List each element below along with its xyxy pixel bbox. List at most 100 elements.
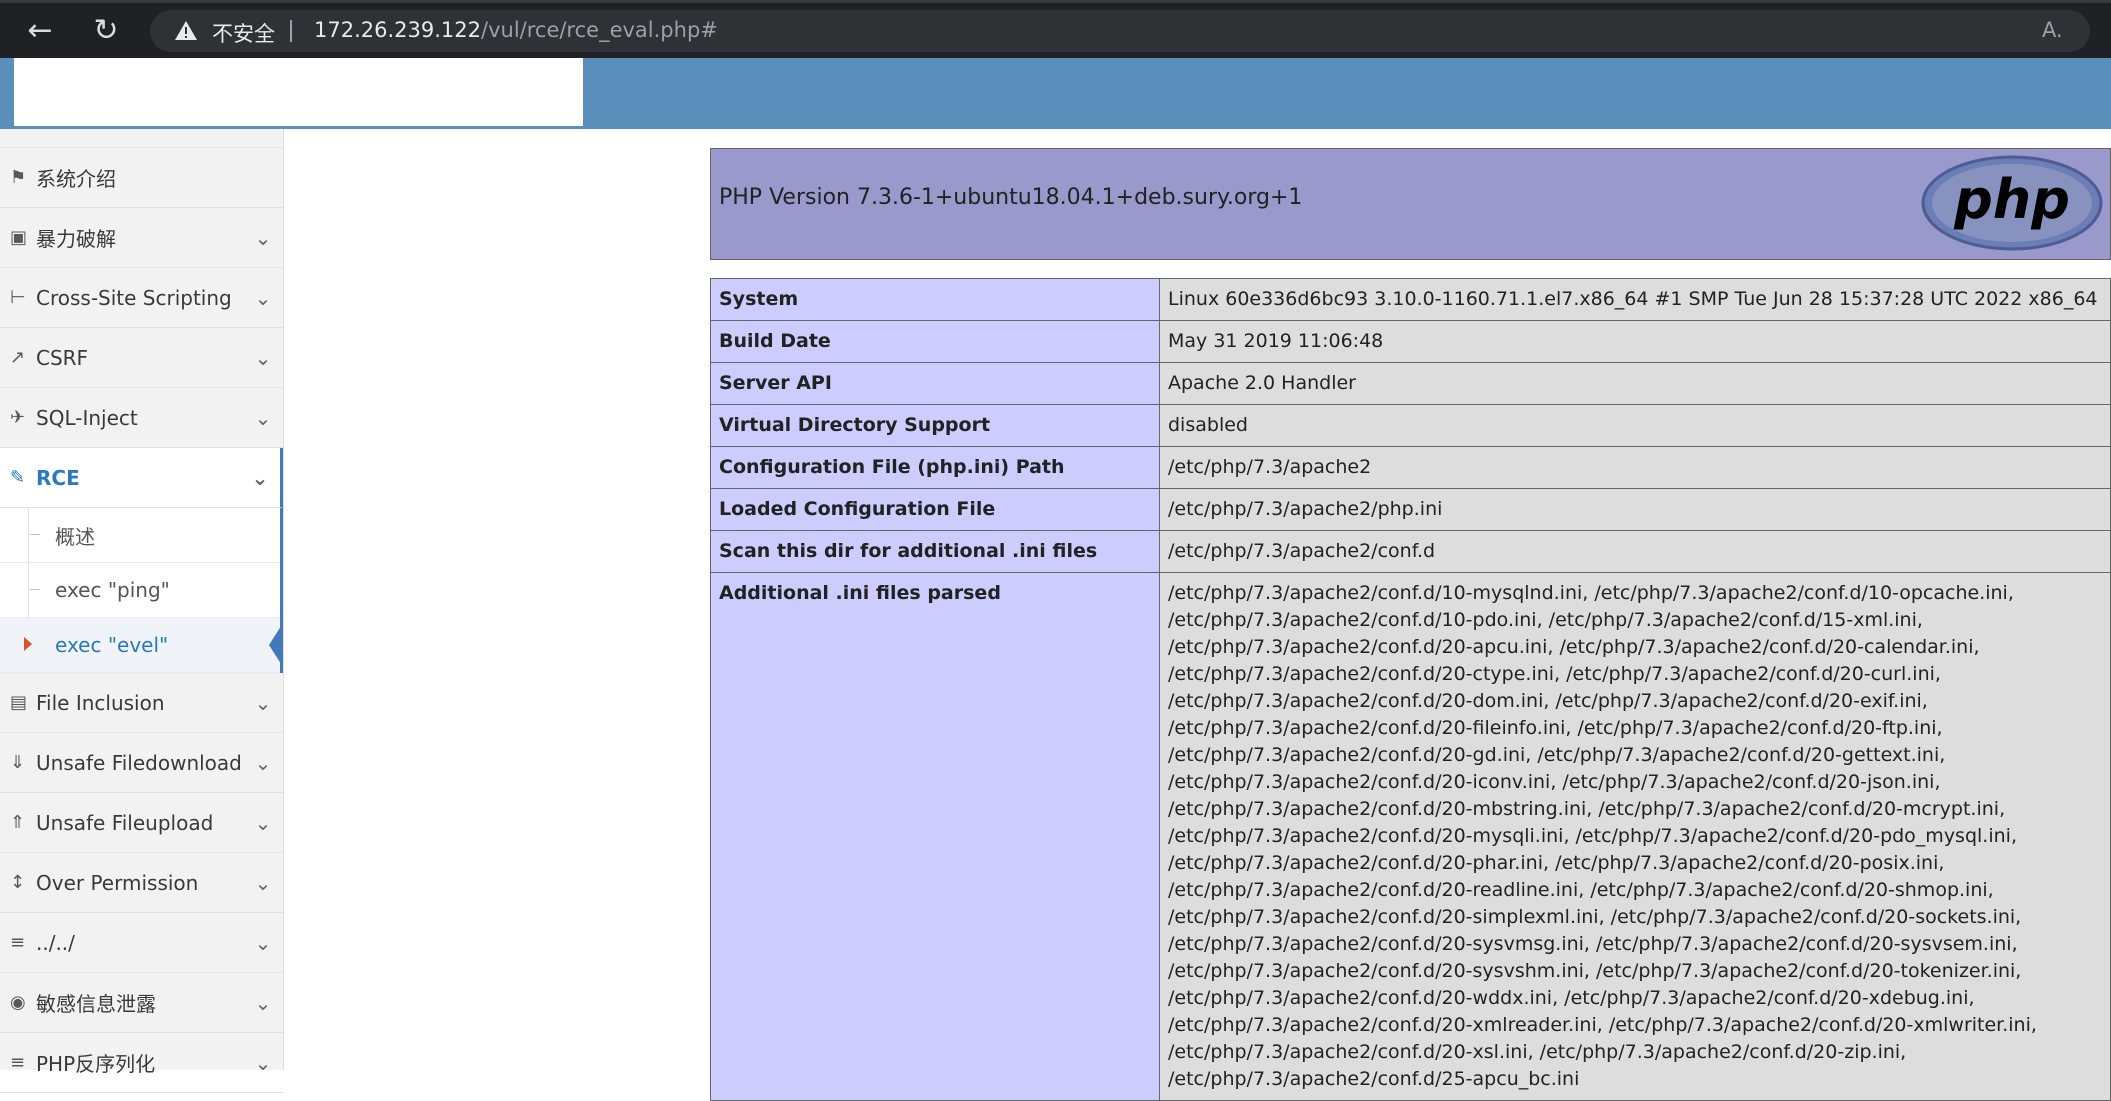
submenu-item-overview[interactable]: 概述 (0, 508, 280, 563)
ini-line: /etc/php/7.3/apache2/conf.d/20-ctype.ini… (1168, 663, 1941, 685)
submenu-item-label: exec "evel" (55, 633, 169, 657)
sidebar-item-info-leak[interactable]: ◉ 敏感信息泄露 ⌄ (0, 973, 283, 1033)
ini-line: /etc/php/7.3/apache2/conf.d/20-wddx.ini,… (1168, 987, 1975, 1009)
upload-circle-icon: ⇑ (10, 812, 26, 833)
sidebar-item-label: 敏感信息泄露 (36, 992, 156, 1016)
active-indicator (269, 623, 283, 667)
header-logo-area (14, 58, 583, 126)
warning-icon (175, 21, 197, 40)
ini-line: /etc/php/7.3/apache2/conf.d/20-fileinfo.… (1168, 717, 1943, 739)
ini-line: /etc/php/7.3/apache2/conf.d/20-sysvmsg.i… (1168, 933, 2018, 955)
file-icon: ▤ (10, 692, 28, 713)
ini-line: /etc/php/7.3/apache2/conf.d/20-mbstring.… (1168, 798, 2006, 820)
row-value: /etc/php/7.3/apache2 (1159, 446, 2111, 489)
row-value-ini-list: /etc/php/7.3/apache2/conf.d/10-mysqlnd.i… (1159, 572, 2111, 1101)
chevron-down-icon: ⌄ (254, 930, 272, 955)
rce-submenu: 概述 exec "ping" exec "evel" (0, 508, 283, 673)
ini-line: /etc/php/7.3/apache2/conf.d/20-sysvshm.i… (1168, 960, 2022, 982)
php-logo: php (1921, 155, 2103, 251)
sidebar-item-label: 暴力破解 (36, 227, 116, 251)
sidebar-item-label: SQL-Inject (36, 405, 138, 430)
row-key: Configuration File (php.ini) Path (710, 446, 1160, 489)
sidebar-item-brute-force[interactable]: ▣ 暴力破解 ⌄ (0, 208, 283, 268)
back-arrow-icon[interactable]: ← (22, 13, 58, 49)
omnibox-divider (290, 20, 292, 42)
table-row: Configuration File (php.ini) Path /etc/p… (710, 446, 2111, 489)
browser-toolbar: ← ↻ 不安全 172.26.239.122/vul/rce/rce_eval.… (0, 0, 2111, 58)
ini-line: /etc/php/7.3/apache2/conf.d/20-simplexml… (1168, 906, 2022, 928)
row-value: /etc/php/7.3/apache2/conf.d (1159, 530, 2111, 573)
camera-icon: ◉ (10, 992, 26, 1013)
row-value: Apache 2.0 Handler (1159, 362, 2111, 405)
sidebar-item-label: RCE (36, 465, 80, 490)
sidebar-item-label: 系统介绍 (36, 167, 116, 191)
row-value: Linux 60e336d6bc93 3.10.0-1160.71.1.el7.… (1159, 278, 2111, 321)
text-height-icon: ↕ (10, 872, 26, 893)
url-host: 172.26.239.122 (314, 18, 481, 42)
submenu-tick (30, 534, 40, 535)
php-logo-text: php (1953, 168, 2070, 231)
row-key: Additional .ini files parsed (710, 572, 1160, 1101)
site-header (0, 58, 2111, 129)
ini-line: /etc/php/7.3/apache2/conf.d/10-pdo.ini, … (1168, 609, 1923, 631)
read-aloud-icon[interactable]: A. (2042, 18, 2063, 42)
sidebar-item-intro[interactable]: ⚑ 系统介绍 (0, 148, 283, 208)
sidebar-item-rce[interactable]: ✎ RCE ⌄ (0, 448, 283, 508)
sidebar-item-unsafe-fileupload[interactable]: ⇑ Unsafe Fileupload ⌄ (0, 793, 283, 853)
ini-line: /etc/php/7.3/apache2/conf.d/20-phar.ini,… (1168, 852, 1945, 874)
row-key: Scan this dir for additional .ini files (710, 530, 1160, 573)
chevron-down-icon: ⌄ (254, 810, 272, 835)
submenu-tick (30, 589, 40, 590)
ini-line: /etc/php/7.3/apache2/conf.d/20-mysqli.in… (1168, 825, 2017, 847)
download-circle-icon: ⇓ (10, 752, 26, 773)
chevron-down-icon: ⌄ (254, 225, 272, 250)
submenu-item-exec-evel[interactable]: exec "evel" (0, 618, 283, 673)
row-key: System (710, 278, 1160, 321)
sidebar-item-xss[interactable]: ⊢ Cross-Site Scripting ⌄ (0, 268, 283, 328)
caret-right-icon (24, 637, 32, 651)
ini-line: /etc/php/7.3/apache2/conf.d/20-xsl.ini, … (1168, 1041, 1907, 1063)
table-row: System Linux 60e336d6bc93 3.10.0-1160.71… (710, 278, 2111, 321)
tag-icon: ⚑ (10, 167, 27, 188)
submenu-item-exec-ping[interactable]: exec "ping" (0, 563, 280, 618)
ini-line: /etc/php/7.3/apache2/conf.d/20-dom.ini, … (1168, 690, 1928, 712)
row-key: Server API (710, 362, 1160, 405)
chevron-down-icon: ⌄ (254, 405, 272, 430)
sidebar-item-over-permission[interactable]: ↕ Over Permission ⌄ (0, 853, 283, 913)
ini-line: /etc/php/7.3/apache2/conf.d/20-readline.… (1168, 879, 1994, 901)
chevron-down-icon: ⌄ (254, 750, 272, 775)
url-path: /vul/rce/rce_eval.php# (481, 18, 718, 42)
row-value: /etc/php/7.3/apache2/php.ini (1159, 488, 2111, 531)
external-link-icon: ↗ (10, 347, 26, 368)
sidebar-item-label: Unsafe Filedownload (36, 750, 242, 775)
sidebar-top-spacer (0, 129, 283, 148)
sidebar-item-sql-inject[interactable]: ✈ SQL-Inject ⌄ (0, 388, 283, 448)
sidebar-item-label: ../../ (36, 930, 75, 955)
sidebar-item-php-unserialize[interactable]: ≡ PHP反序列化 ⌄ (0, 1033, 283, 1093)
chevron-down-icon: ⌄ (254, 990, 272, 1015)
table-row: Loaded Configuration File /etc/php/7.3/a… (710, 488, 2111, 531)
chevron-down-icon: ⌄ (254, 870, 272, 895)
submenu-item-label: exec "ping" (55, 578, 170, 602)
address-bar[interactable]: 不安全 172.26.239.122/vul/rce/rce_eval.php#… (150, 10, 2090, 52)
row-key: Virtual Directory Support (710, 404, 1160, 447)
sidebar-item-dir-traversal[interactable]: ≡ ../../ ⌄ (0, 913, 283, 973)
url-text[interactable]: 172.26.239.122/vul/rce/rce_eval.php# (314, 18, 718, 42)
sidebar-item-file-inclusion[interactable]: ▤ File Inclusion ⌄ (0, 673, 283, 733)
chevron-down-icon: ⌄ (254, 1050, 272, 1075)
phpinfo-header: PHP Version 7.3.6-1+ubuntu18.04.1+deb.su… (710, 148, 2111, 260)
ini-line: /etc/php/7.3/apache2/conf.d/10-mysqlnd.i… (1168, 582, 2014, 604)
plane-icon: ✈ (10, 407, 26, 428)
sidebar: ⚑ 系统介绍 ▣ 暴力破解 ⌄ ⊢ Cross-Site Scripting ⌄… (0, 129, 284, 1093)
submenu-item-label: 概述 (55, 524, 95, 549)
ini-line: /etc/php/7.3/apache2/conf.d/20-gd.ini, /… (1168, 744, 1946, 766)
ini-line: /etc/php/7.3/apache2/conf.d/20-apcu.ini,… (1168, 636, 1980, 658)
sidebar-item-unsafe-filedownload[interactable]: ⇓ Unsafe Filedownload ⌄ (0, 733, 283, 793)
reload-icon[interactable]: ↻ (88, 13, 124, 49)
ini-line: /etc/php/7.3/apache2/conf.d/25-apcu_bc.i… (1168, 1068, 1580, 1090)
lock-icon: ▣ (10, 227, 28, 248)
chevron-down-icon: ⌄ (254, 285, 272, 310)
chevron-down-icon: ⌄ (254, 345, 272, 370)
sidebar-item-csrf[interactable]: ↗ CSRF ⌄ (0, 328, 283, 388)
sidebar-item-label: Unsafe Fileupload (36, 810, 214, 835)
